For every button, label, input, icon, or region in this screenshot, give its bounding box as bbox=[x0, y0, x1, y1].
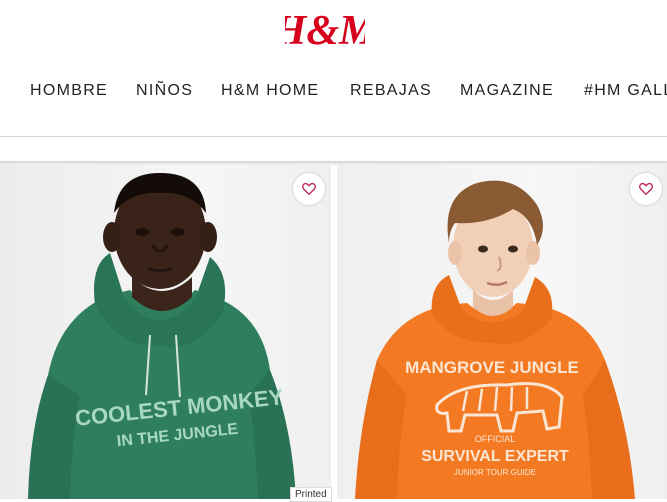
heart-outline-icon bbox=[302, 182, 316, 196]
product-tag: Printed bbox=[290, 487, 332, 502]
main-nav: HOMBRE NIÑOS H&M HOME REBAJAS MAGAZINE #… bbox=[0, 80, 667, 104]
product-card[interactable]: COOLEST MONKEY IN THE JUNGLE bbox=[0, 165, 331, 499]
hoodie-print-line: JUNIOR TOUR GUIDE bbox=[454, 468, 536, 477]
nav-item-magazine[interactable]: MAGAZINE bbox=[460, 80, 554, 102]
hoodie-print-line: MANGROVE JUNGLE bbox=[405, 358, 579, 377]
favorite-button[interactable] bbox=[630, 173, 662, 205]
nav-item-hombre[interactable]: HOMBRE bbox=[30, 80, 108, 102]
product-image-green-hoodie[interactable]: COOLEST MONKEY IN THE JUNGLE bbox=[0, 165, 331, 499]
nav-item-rebajas[interactable]: REBAJAS bbox=[350, 80, 432, 102]
logo-text: H&M bbox=[285, 8, 365, 54]
heart-outline-icon bbox=[639, 182, 653, 196]
nav-item-hm-home[interactable]: H&M HOME bbox=[221, 80, 319, 102]
hoodie-print-line: SURVIVAL EXPERT bbox=[421, 448, 569, 465]
hm-logo[interactable]: H&M bbox=[285, 0, 365, 54]
nav-item-ninos[interactable]: NIÑOS bbox=[136, 80, 193, 102]
product-card[interactable]: MANGROVE JUNGLE OFFICIAL SURVIVAL EXPERT… bbox=[337, 165, 667, 499]
nav-item-hm-gallery[interactable]: #HM GALLERY bbox=[584, 80, 667, 102]
product-image-orange-hoodie[interactable]: MANGROVE JUNGLE OFFICIAL SURVIVAL EXPERT… bbox=[337, 165, 667, 499]
hoodie-print-line: OFFICIAL bbox=[475, 434, 516, 444]
favorite-button[interactable] bbox=[293, 173, 325, 205]
filter-bar bbox=[0, 137, 667, 163]
